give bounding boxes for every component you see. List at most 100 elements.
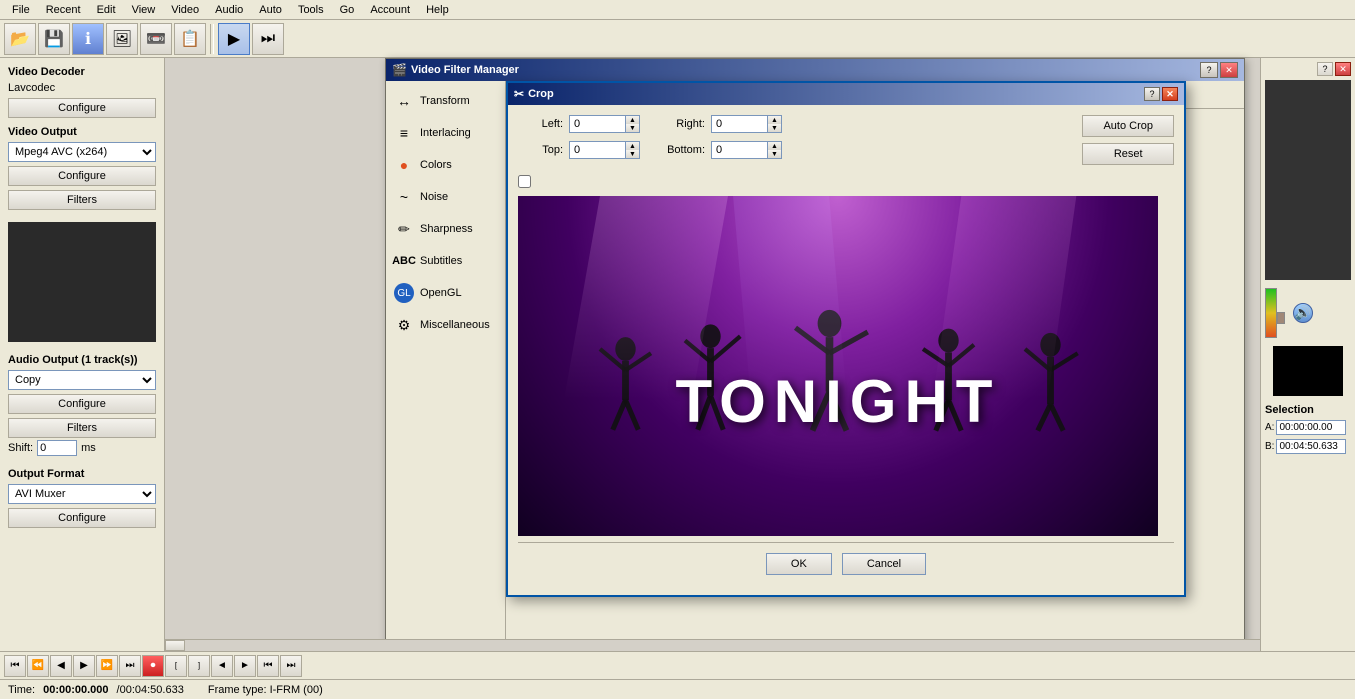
info-close-btn[interactable]: ✕ [1335,62,1351,76]
sidebar-item-label-transform: Transform [420,95,470,107]
btn-next-frame[interactable]: ▶ [73,655,95,677]
volume-handle[interactable] [1277,312,1285,324]
a-label: A: [1265,422,1274,433]
crop-action-btns: Auto Crop Reset [1082,115,1174,165]
btn-goto-start[interactable]: ⏮ [257,655,279,677]
menu-help[interactable]: Help [418,2,457,18]
auto-crop-btn[interactable]: Auto Crop [1082,115,1174,137]
btn-skip-end[interactable]: ⏭ [119,655,141,677]
menu-view[interactable]: View [124,2,164,18]
vfm-help-btn[interactable]: ? [1200,62,1218,78]
preview-checkbox[interactable] [518,175,531,188]
crop-close-btn[interactable]: ✕ [1162,87,1178,101]
shift-label: Shift: [8,442,33,454]
crop-ok-btn[interactable]: OK [766,553,832,575]
reset-btn[interactable]: Reset [1082,143,1174,165]
crop-cancel-btn[interactable]: Cancel [842,553,926,575]
btn-rewind[interactable]: ⏪ [27,655,49,677]
sidebar-item-interlacing[interactable]: ≡ Interlacing [386,117,505,149]
crop-top-spin-up[interactable]: ▲ [626,142,639,150]
menu-edit[interactable]: Edit [89,2,124,18]
crop-left-spin-up[interactable]: ▲ [626,116,639,124]
output-format-select[interactable]: AVI Muxer [8,484,156,504]
crop-right-spin-down[interactable]: ▼ [768,124,781,132]
crop-bottom-input[interactable] [712,142,767,158]
configure-video-decoder-btn[interactable]: Configure [8,98,156,118]
btn-skip-start[interactable]: ⏮ [4,655,26,677]
vfm-close-btn[interactable]: ✕ [1220,62,1238,78]
crop-top-input[interactable] [570,142,625,158]
crop-help-btn[interactable]: ? [1144,87,1160,101]
crop-dialog: ✂ Crop ? ✕ Left: [506,81,1186,597]
crop-top-label: Top: [518,144,563,156]
info-panel-controls: ? ✕ [1265,62,1351,76]
sidebar-item-label-noise: Noise [420,191,448,203]
sidebar-item-sharpness[interactable]: ✏ Sharpness [386,213,505,245]
configure-output-btn[interactable]: Configure [8,508,156,528]
toolbar-video[interactable]: 📼 [140,23,172,55]
crop-bottom-spin-up[interactable]: ▲ [768,142,781,150]
toolbar-info[interactable]: ℹ [72,23,104,55]
crop-fields-left: Left: ▲ ▼ Top: [518,115,640,159]
sidebar-item-opengl[interactable]: GL OpenGL [386,277,505,309]
subtitles-icon: ABC [394,251,414,271]
toolbar-save[interactable]: 💾 [38,23,70,55]
crop-top-spin-down[interactable]: ▼ [626,150,639,158]
filters-video-btn[interactable]: Filters [8,190,156,210]
vfm-sidebar: ↔ Transform ≡ Interlacing ● Colors ~ Noi… [386,81,506,661]
btn-fast-fwd[interactable]: ⏩ [96,655,118,677]
crop-footer: OK Cancel [518,542,1174,585]
audio-codec-select[interactable]: Copy [8,370,156,390]
audio-output-title: Audio Output (1 track(s)) [8,354,156,366]
sidebar-item-colors[interactable]: ● Colors [386,149,505,181]
menu-audio[interactable]: Audio [207,2,251,18]
filters-audio-btn[interactable]: Filters [8,418,156,438]
crop-right-spin-up[interactable]: ▲ [768,116,781,124]
menu-auto[interactable]: Auto [251,2,290,18]
sidebar-item-misc[interactable]: ⚙ Miscellaneous [386,309,505,341]
crop-right-input[interactable] [712,116,767,132]
menu-tools[interactable]: Tools [290,2,332,18]
sidebar-item-transform[interactable]: ↔ Transform [386,85,505,117]
toolbar-clip[interactable]: 📋 [174,23,206,55]
preview-checkbox-row [518,175,1174,188]
crop-video-preview: TONIGHT [518,196,1158,536]
a-time-input[interactable] [1276,420,1346,435]
volume-btn[interactable]: 🔊 [1293,303,1313,323]
sidebar-item-noise[interactable]: ~ Noise [386,181,505,213]
info-help-btn[interactable]: ? [1317,62,1333,76]
menu-video[interactable]: Video [163,2,207,18]
menu-recent[interactable]: Recent [38,2,89,18]
total-time: /00:04:50.633 [117,684,184,696]
btn-segment-end[interactable]: ] [188,655,210,677]
transform-icon: ↔ [394,91,414,111]
crop-bottom-spin-down[interactable]: ▼ [768,150,781,158]
toolbar-open[interactable]: 📂 [4,23,36,55]
sidebar-item-subtitles[interactable]: ABC Subtitles [386,245,505,277]
scrollbar-area [165,639,1260,651]
crop-top-input-wrap: ▲ ▼ [569,141,640,159]
configure-audio-btn[interactable]: Configure [8,394,156,414]
b-label: B: [1265,441,1274,452]
toolbar-next[interactable]: ⏭ [252,23,284,55]
shift-input[interactable] [37,440,77,456]
video-codec-select[interactable]: Mpeg4 AVC (x264) [8,142,156,162]
toolbar-image[interactable]: 🖼 [106,23,138,55]
btn-mark-start[interactable]: ◄ [211,655,233,677]
btn-goto-end[interactable]: ⏭ [280,655,302,677]
btn-mark-end[interactable]: ► [234,655,256,677]
toolbar-play[interactable]: ▶ [218,23,250,55]
menu-account[interactable]: Account [362,2,418,18]
scrollbar-thumb[interactable] [165,640,185,651]
menu-file[interactable]: File [4,2,38,18]
configure-video-output-btn[interactable]: Configure [8,166,156,186]
crop-left-spinner: ▲ ▼ [625,116,639,132]
btn-prev-frame[interactable]: ◀ [50,655,72,677]
crop-left-field: Left: ▲ ▼ [518,115,640,133]
menu-go[interactable]: Go [332,2,363,18]
crop-left-spin-down[interactable]: ▼ [626,124,639,132]
btn-segment-start[interactable]: [ [165,655,187,677]
crop-left-input[interactable] [570,116,625,132]
b-time-input[interactable] [1276,439,1346,454]
btn-record[interactable]: ⏺ [142,655,164,677]
